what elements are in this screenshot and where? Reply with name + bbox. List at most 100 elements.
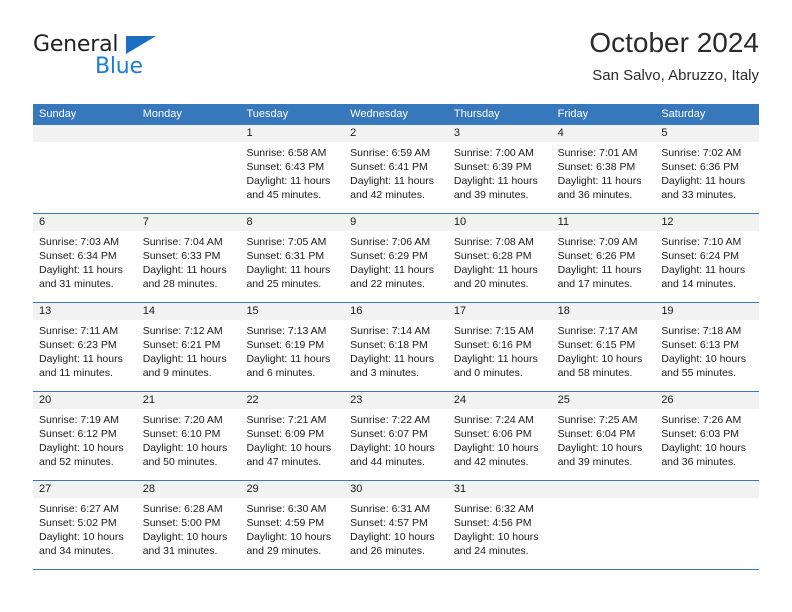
day-number: 16 (344, 303, 448, 320)
daylight-text: Daylight: 10 hours (39, 531, 124, 543)
day-details: Sunrise: 7:02 AM Sunset: 6:36 PM Daylight:… (655, 142, 759, 202)
day-details (137, 142, 241, 146)
daylight-text: and 50 minutes. (142, 456, 218, 468)
sunset-text: Sunset: 6:28 PM (453, 250, 532, 262)
day-number: 2 (344, 125, 448, 142)
day-of-week-header-friday: Friday (557, 108, 589, 120)
day-details: Sunrise: 7:12 AM Sunset: 6:21 PM Daylight:… (137, 320, 241, 380)
day-number: 11 (551, 214, 656, 231)
day-details: Sunrise: 7:13 AM Sunset: 6:19 PM Daylight:… (240, 320, 344, 380)
sunset-text: Sunset: 6:31 PM (246, 250, 325, 262)
day-of-week-header-wednesday: Wednesday (350, 108, 409, 120)
sunrise-text: Sunrise: 6:32 AM (453, 503, 534, 515)
calendar-day-cell[interactable]: 12 Sunrise: 7:10 AM Sunset: 6:24 PM Dayligh… (655, 214, 760, 302)
calendar-day-cell[interactable]: 7 Sunrise: 7:04 AM Sunset: 6:33 PM Daylight… (136, 214, 241, 302)
sunset-text: Sunset: 6:03 PM (661, 428, 739, 440)
calendar-day-cell[interactable]: 10 Sunrise: 7:08 AM Sunset: 6:28 PM Dayligh… (447, 214, 552, 302)
calendar-day-cell[interactable]: 18 Sunrise: 7:17 AM Sunset: 6:15 PM Dayligh… (551, 303, 656, 391)
calendar-day-cell[interactable]: 24 Sunrise: 7:24 AM Sunset: 6:06 PM Dayligh… (447, 392, 552, 480)
sunset-text: Sunset: 6:43 PM (246, 161, 325, 173)
sunset-text: Sunset: 6:07 PM (350, 428, 428, 440)
daylight-text: Daylight: 10 hours (246, 442, 332, 454)
calendar-day-cell[interactable]: 11 Sunrise: 7:09 AM Sunset: 6:26 PM Dayligh… (551, 214, 656, 302)
calendar-day-cell[interactable]: 29 Sunrise: 6:30 AM Sunset: 4:59 PM Dayligh… (240, 481, 345, 569)
daylight-text: Daylight: 10 hours (142, 442, 228, 454)
calendar-empty-cell (655, 481, 760, 569)
sunset-text: Sunset: 6:34 PM (39, 250, 117, 262)
day-details: Sunrise: 6:59 AM Sunset: 6:41 PM Daylight:… (344, 142, 448, 202)
calendar-day-cell[interactable]: 22 Sunrise: 7:21 AM Sunset: 6:09 PM Dayligh… (240, 392, 345, 480)
sunrise-text: Sunrise: 7:01 AM (557, 147, 638, 159)
calendar-day-cell[interactable]: 30 Sunrise: 6:31 AM Sunset: 4:57 PM Dayligh… (344, 481, 448, 569)
day-number: 26 (655, 392, 760, 409)
day-number: 31 (447, 481, 552, 498)
calendar-week-row: 13 Sunrise: 7:11 AM Sunset: 6:23 PM Dayligh… (33, 303, 760, 392)
calendar-empty-cell (551, 481, 656, 569)
calendar-day-cell[interactable]: 23 Sunrise: 7:22 AM Sunset: 6:07 PM Dayligh… (344, 392, 448, 480)
daylight-text: and 55 minutes. (661, 367, 737, 379)
calendar-day-cell[interactable]: 16 Sunrise: 7:14 AM Sunset: 6:18 PM Dayligh… (344, 303, 448, 391)
sunset-text: Sunset: 4:59 PM (246, 517, 325, 529)
daylight-text: Daylight: 11 hours (39, 353, 123, 365)
day-details: Sunrise: 6:27 AM Sunset: 5:02 PM Daylight:… (33, 498, 137, 558)
calendar-empty-cell (33, 125, 137, 213)
calendar-day-cell[interactable]: 15 Sunrise: 7:13 AM Sunset: 6:19 PM Dayligh… (240, 303, 345, 391)
day-number: 10 (447, 214, 552, 231)
daylight-text: and 11 minutes. (39, 367, 113, 379)
day-number: 23 (344, 392, 448, 409)
daylight-text: Daylight: 10 hours (661, 442, 746, 454)
sunset-text: Sunset: 6:13 PM (661, 339, 739, 351)
day-number: 25 (551, 392, 656, 409)
calendar-day-cell[interactable]: 28 Sunrise: 6:28 AM Sunset: 5:00 PM Dayligh… (136, 481, 241, 569)
day-number: 29 (240, 481, 345, 498)
day-number: 5 (655, 125, 760, 142)
sunrise-text: Sunrise: 7:25 AM (557, 414, 638, 426)
calendar-day-cell[interactable]: 1 Sunrise: 6:58 AM Sunset: 6:43 PM Daylight… (240, 125, 345, 213)
calendar-day-cell[interactable]: 21 Sunrise: 7:20 AM Sunset: 6:10 PM Dayligh… (136, 392, 241, 480)
sunrise-text: Sunrise: 7:21 AM (246, 414, 327, 426)
daylight-text: and 42 minutes. (350, 189, 425, 201)
calendar-day-cell[interactable]: 6 Sunrise: 7:03 AM Sunset: 6:34 PM Daylight… (33, 214, 137, 302)
calendar-day-cell[interactable]: 31 Sunrise: 6:32 AM Sunset: 4:56 PM Dayligh… (447, 481, 552, 569)
sunset-text: Sunset: 6:26 PM (557, 250, 636, 262)
calendar-day-cell[interactable]: 25 Sunrise: 7:25 AM Sunset: 6:04 PM Dayligh… (551, 392, 656, 480)
calendar-weeks: 1 Sunrise: 6:58 AM Sunset: 6:43 PM Daylight… (33, 125, 760, 570)
day-number: 12 (655, 214, 760, 231)
day-number: 21 (136, 392, 241, 409)
calendar-day-cell[interactable]: 4 Sunrise: 7:01 AM Sunset: 6:38 PM Daylight… (551, 125, 656, 213)
daylight-text: and 33 minutes. (661, 189, 737, 201)
calendar-day-cell[interactable]: 17 Sunrise: 7:15 AM Sunset: 6:16 PM Dayligh… (447, 303, 552, 391)
calendar-day-cell[interactable]: 20 Sunrise: 7:19 AM Sunset: 6:12 PM Dayligh… (33, 392, 137, 480)
daylight-text: Daylight: 11 hours (453, 175, 538, 187)
daylight-text: Daylight: 10 hours (246, 531, 332, 543)
calendar-day-cell[interactable]: 14 Sunrise: 7:12 AM Sunset: 6:21 PM Dayligh… (136, 303, 241, 391)
day-details: Sunrise: 7:10 AM Sunset: 6:24 PM Daylight:… (655, 231, 759, 291)
calendar-day-cell[interactable]: 3 Sunrise: 7:00 AM Sunset: 6:39 PM Daylight… (447, 125, 552, 213)
page-title: October 2024 (589, 27, 759, 58)
daylight-text: Daylight: 11 hours (661, 175, 746, 187)
sunrise-text: Sunrise: 7:17 AM (557, 325, 638, 337)
sunrise-text: Sunrise: 7:09 AM (557, 236, 638, 248)
day-details: Sunrise: 7:24 AM Sunset: 6:06 PM Daylight:… (448, 409, 552, 469)
day-number: 1 (240, 125, 345, 142)
calendar-day-cell[interactable]: 19 Sunrise: 7:18 AM Sunset: 6:13 PM Dayligh… (655, 303, 760, 391)
calendar-day-cell[interactable]: 8 Sunrise: 7:05 AM Sunset: 6:31 PM Daylight… (240, 214, 345, 302)
daylight-text: and 26 minutes. (350, 545, 425, 557)
daylight-text: Daylight: 10 hours (557, 442, 643, 454)
daylight-text: and 3 minutes. (350, 367, 420, 379)
sunrise-text: Sunrise: 7:22 AM (350, 414, 431, 426)
sunrise-text: Sunrise: 7:10 AM (661, 236, 742, 248)
daylight-text: and 39 minutes. (557, 456, 633, 468)
general-blue-logo[interactable]: General Blue (33, 32, 223, 92)
calendar-day-cell[interactable]: 27 Sunrise: 6:27 AM Sunset: 5:02 PM Dayligh… (33, 481, 137, 569)
calendar-day-cell[interactable]: 9 Sunrise: 7:06 AM Sunset: 6:29 PM Daylight… (344, 214, 448, 302)
calendar-day-cell[interactable]: 13 Sunrise: 7:11 AM Sunset: 6:23 PM Dayligh… (33, 303, 137, 391)
calendar-day-cell[interactable]: 5 Sunrise: 7:02 AM Sunset: 6:36 PM Daylight… (655, 125, 760, 213)
calendar-day-cell[interactable]: 26 Sunrise: 7:26 AM Sunset: 6:03 PM Dayligh… (655, 392, 760, 480)
day-of-week-header-sunday: Sunday (39, 108, 77, 120)
daylight-text: Daylight: 10 hours (350, 531, 435, 543)
calendar-week-row: 1 Sunrise: 6:58 AM Sunset: 6:43 PM Daylight… (33, 125, 760, 214)
calendar-day-cell[interactable]: 2 Sunrise: 6:59 AM Sunset: 6:41 PM Daylight… (344, 125, 448, 213)
daylight-text: Daylight: 11 hours (557, 264, 642, 276)
sunset-text: Sunset: 4:57 PM (350, 517, 428, 529)
